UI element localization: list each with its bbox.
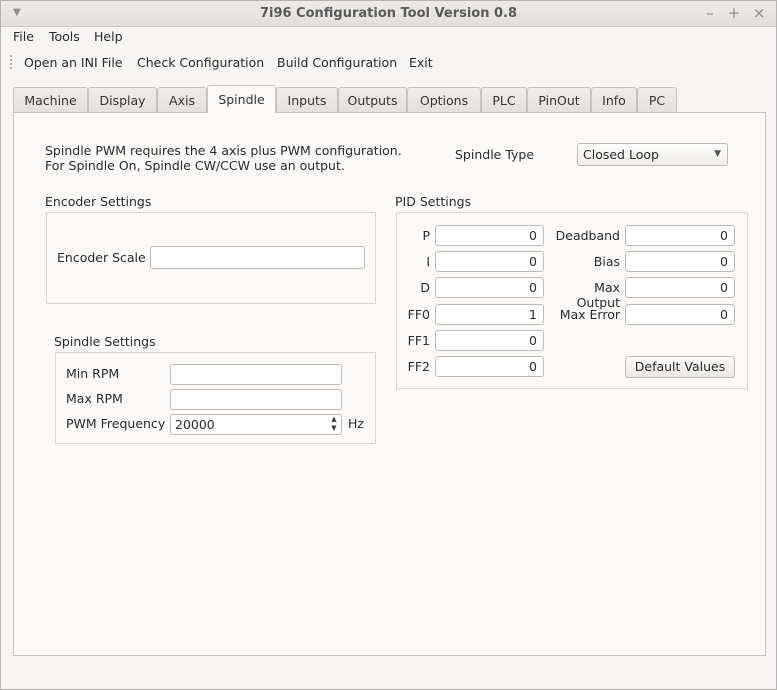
spindle-tab-panel: Spindle PWM requires the 4 axis plus PWM… xyxy=(13,112,766,656)
toolbar: Open an INI File Check Configuration Bui… xyxy=(1,48,776,78)
toolbar-grip-icon[interactable] xyxy=(9,54,13,70)
pid-ff2-label: FF2 xyxy=(407,359,430,374)
pid-ff1-label: FF1 xyxy=(407,333,430,348)
pid-ff1-input[interactable]: 0 xyxy=(435,330,544,351)
pwm-frequency-value: 20000 xyxy=(175,417,215,432)
encoder-settings-title: Encoder Settings xyxy=(45,194,152,209)
status-bar xyxy=(1,665,776,689)
tab-spindle[interactable]: Spindle xyxy=(207,85,276,113)
pid-i-label: I xyxy=(426,254,430,269)
max-rpm-input[interactable] xyxy=(170,389,342,410)
spindle-settings-group: Min RPM Max RPM PWM Frequency 20000 ▲ ▼ … xyxy=(55,352,376,444)
menu-file[interactable]: File xyxy=(13,29,34,44)
spindle-settings-title: Spindle Settings xyxy=(54,334,156,349)
spindle-type-select[interactable]: Closed Loop ▼ xyxy=(577,143,728,166)
tab-pinout[interactable]: PinOut xyxy=(527,87,591,113)
default-values-button[interactable]: Default Values xyxy=(625,356,735,378)
pid-d-label: D xyxy=(420,280,430,295)
tab-axis[interactable]: Axis xyxy=(157,87,207,113)
pid-p-input[interactable]: 0 xyxy=(435,225,544,246)
chevron-down-icon: ▼ xyxy=(714,149,721,159)
menu-tools[interactable]: Tools xyxy=(49,29,80,44)
window-title: 7i96 Configuration Tool Version 0.8 xyxy=(259,6,518,21)
minimize-icon[interactable]: – xyxy=(702,5,718,21)
pid-bias-input[interactable]: 0 xyxy=(625,251,735,272)
pid-ff0-input[interactable]: 1 xyxy=(435,304,544,325)
maximize-icon[interactable]: + xyxy=(726,5,742,21)
pid-i-input[interactable]: 0 xyxy=(435,251,544,272)
tab-display[interactable]: Display xyxy=(88,87,157,113)
pwm-frequency-label: PWM Frequency xyxy=(66,416,166,431)
check-configuration-button[interactable]: Check Configuration xyxy=(137,55,264,70)
pid-p-label: P xyxy=(422,228,430,243)
menu-bar: File Tools Help xyxy=(1,27,776,47)
pid-ff0-label: FF0 xyxy=(407,307,430,322)
tab-plc[interactable]: PLC xyxy=(481,87,527,113)
close-icon[interactable]: × xyxy=(751,5,767,21)
title-bar: ▼ 7i96 Configuration Tool Version 0.8 – … xyxy=(1,1,776,27)
spindle-info-line-2: For Spindle On, Spindle CW/CCW use an ou… xyxy=(45,158,345,173)
spindle-type-label: Spindle Type xyxy=(455,147,535,162)
tab-inputs[interactable]: Inputs xyxy=(276,87,338,113)
menu-help[interactable]: Help xyxy=(94,29,123,44)
max-rpm-label: Max RPM xyxy=(66,391,123,406)
spindle-info-line-1: Spindle PWM requires the 4 axis plus PWM… xyxy=(45,143,402,158)
tab-options[interactable]: Options xyxy=(407,87,481,113)
open-ini-button[interactable]: Open an INI File xyxy=(24,55,123,70)
encoder-scale-label: Encoder Scale xyxy=(57,250,146,265)
pwm-frequency-spinbox[interactable]: 20000 ▲ ▼ xyxy=(170,414,342,435)
encoder-scale-input[interactable] xyxy=(150,246,365,269)
tab-info[interactable]: Info xyxy=(591,87,637,113)
min-rpm-input[interactable] xyxy=(170,364,342,385)
spindle-type-value: Closed Loop xyxy=(583,147,659,162)
exit-button[interactable]: Exit xyxy=(409,55,433,70)
min-rpm-label: Min RPM xyxy=(66,366,120,381)
tab-pc[interactable]: PC xyxy=(637,87,677,113)
pid-max-output-label: Max Output xyxy=(576,280,620,310)
pid-max-error-label: Max Error xyxy=(559,307,620,322)
pid-d-input[interactable]: 0 xyxy=(435,277,544,298)
triangle-down-icon[interactable]: ▼ xyxy=(328,424,340,433)
build-configuration-button[interactable]: Build Configuration xyxy=(277,55,397,70)
encoder-settings-group: Encoder Scale xyxy=(46,212,376,304)
pid-max-error-input[interactable]: 0 xyxy=(625,304,735,325)
pid-deadband-label: Deadband xyxy=(555,228,620,243)
pid-settings-title: PID Settings xyxy=(395,194,472,209)
pid-settings-group: P 0 I 0 D 0 FF0 1 FF1 0 FF2 0 Deadband 0… xyxy=(396,212,748,389)
tab-machine[interactable]: Machine xyxy=(13,87,88,113)
triangle-up-icon[interactable]: ▲ xyxy=(328,415,340,424)
pid-deadband-input[interactable]: 0 xyxy=(625,225,735,246)
pid-max-output-input[interactable]: 0 xyxy=(625,277,735,298)
pid-bias-label: Bias xyxy=(593,254,620,269)
pid-ff2-input[interactable]: 0 xyxy=(435,356,544,377)
tab-outputs[interactable]: Outputs xyxy=(338,87,407,113)
app-window: ▼ 7i96 Configuration Tool Version 0.8 – … xyxy=(0,0,777,690)
pwm-frequency-unit: Hz xyxy=(348,416,364,431)
